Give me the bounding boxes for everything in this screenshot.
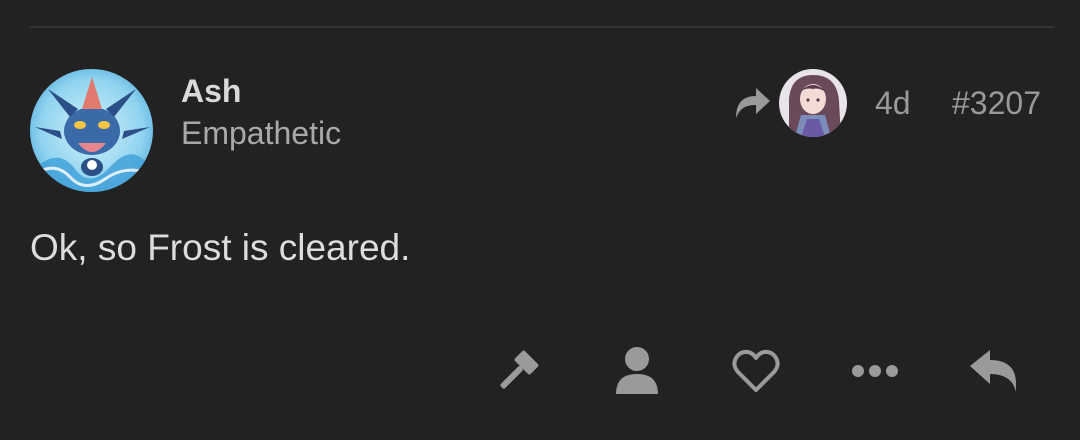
author-avatar[interactable]	[30, 69, 153, 192]
reply-to-arrow-icon[interactable]	[732, 84, 772, 120]
post-divider	[30, 26, 1054, 28]
user-icon	[616, 347, 658, 394]
flag-button[interactable]	[492, 345, 544, 397]
post-content: Ok, so Frost is cleared.	[30, 227, 411, 268]
heart-icon	[732, 349, 780, 392]
author-title: Empathetic	[181, 115, 342, 151]
post-age[interactable]: 4d	[875, 84, 911, 122]
gavel-icon	[500, 350, 539, 389]
more-button[interactable]	[849, 345, 901, 397]
post: Ash Empathetic 4d #3207 Ok, so Frost is …	[0, 0, 1080, 440]
greninja-avatar-icon	[30, 69, 153, 192]
anime-girl-avatar-icon	[779, 69, 847, 137]
user-button[interactable]	[611, 345, 663, 397]
reply-icon	[970, 350, 1016, 392]
reply-button[interactable]	[968, 345, 1020, 397]
like-button[interactable]	[730, 345, 782, 397]
author-username[interactable]: Ash	[181, 72, 241, 110]
reply-to-avatar[interactable]	[779, 69, 847, 137]
post-number[interactable]: #3207	[952, 84, 1041, 122]
ellipsis-icon	[852, 365, 898, 377]
